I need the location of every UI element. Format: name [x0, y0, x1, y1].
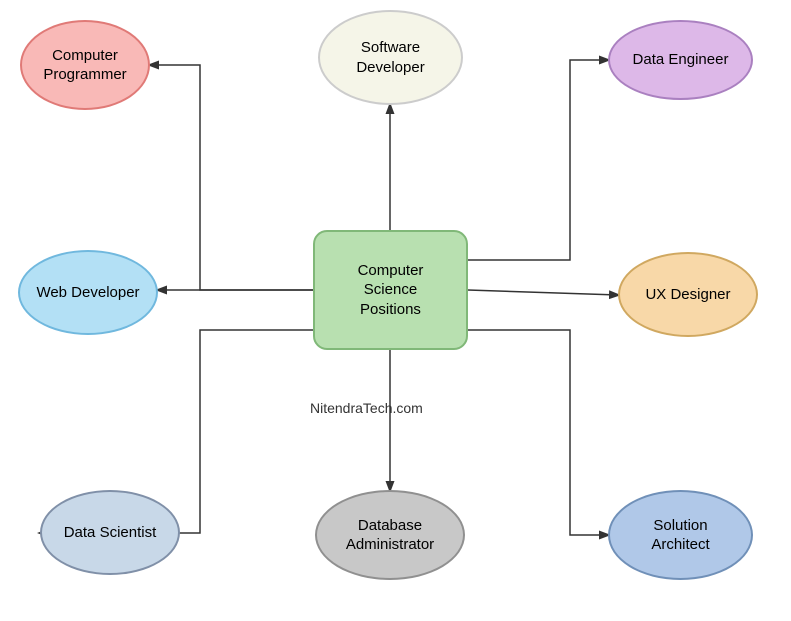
node-center: ComputerSciencePositions	[313, 230, 468, 350]
node-computer-programmer: ComputerProgrammer	[20, 20, 150, 110]
node-data-scientist: Data Scientist	[40, 490, 180, 575]
node-data-engineer: Data Engineer	[608, 20, 753, 100]
node-software-developer: SoftwareDeveloper	[318, 10, 463, 105]
diagram-container: ComputerProgrammer SoftwareDeveloper Dat…	[0, 0, 791, 621]
node-ux-designer: UX Designer	[618, 252, 758, 337]
watermark: NitendraTech.com	[310, 400, 423, 416]
node-database-admin: DatabaseAdministrator	[315, 490, 465, 580]
node-web-developer: Web Developer	[18, 250, 158, 335]
node-solution-architect: SolutionArchitect	[608, 490, 753, 580]
